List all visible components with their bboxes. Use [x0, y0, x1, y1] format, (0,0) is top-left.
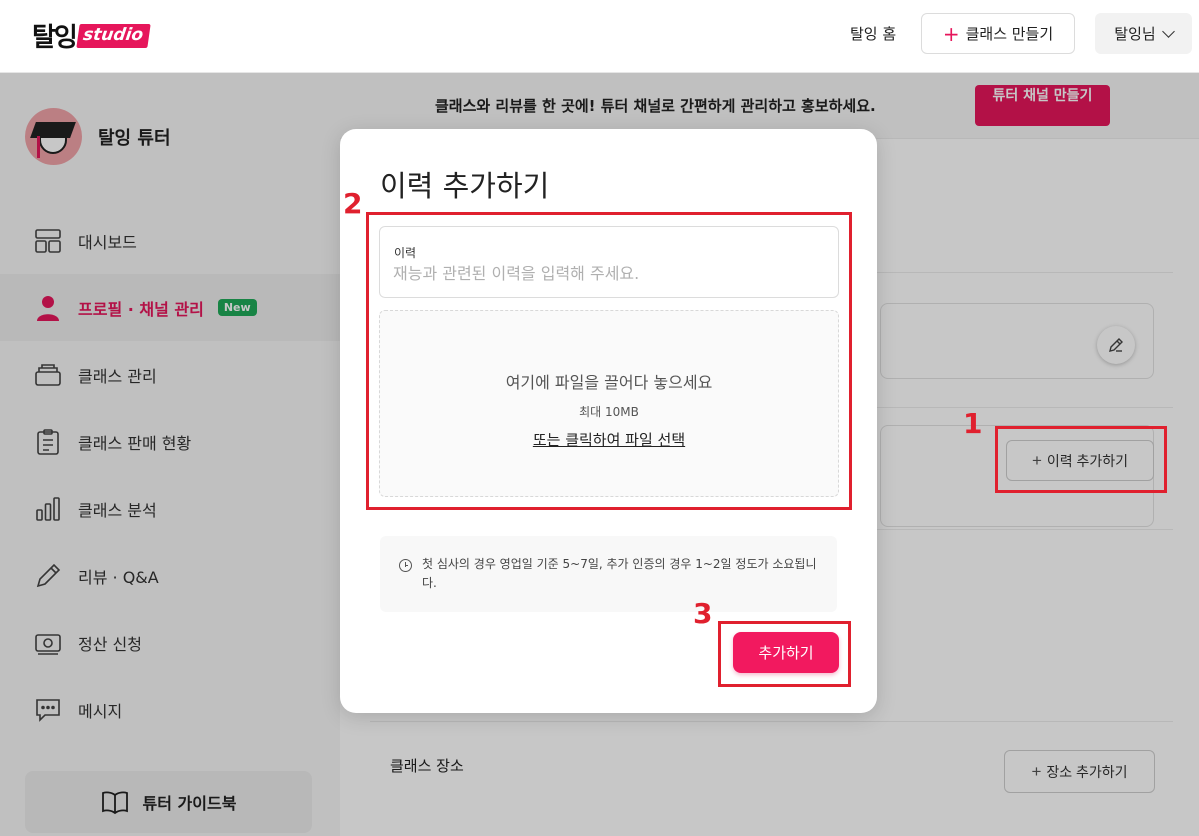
create-class-label: 클래스 만들기: [965, 25, 1054, 43]
logo-studio-badge: studio: [76, 23, 151, 48]
annotation-box-1: [995, 426, 1167, 493]
top-header: 탈잉 studio 탈잉 홈 + 클래스 만들기 탈잉님: [0, 0, 1199, 73]
plus-icon: +: [942, 21, 960, 46]
clock-icon: [399, 559, 412, 572]
taling-studio-logo[interactable]: 탈잉 studio: [32, 17, 151, 54]
create-class-button[interactable]: + 클래스 만들기: [921, 13, 1075, 54]
home-link[interactable]: 탈잉 홈: [850, 23, 896, 44]
annotation-box-3: [718, 621, 851, 687]
logo-text: 탈잉: [32, 23, 78, 53]
review-notice: 첫 심사의 경우 영업일 기준 5~7일, 추가 인증의 경우 1~2일 정도가…: [380, 536, 837, 612]
chevron-down-icon: [1161, 24, 1175, 38]
modal-title: 이력 추가하기: [380, 169, 550, 203]
user-menu-button[interactable]: 탈잉님: [1095, 13, 1192, 54]
annotation-number-3: 3: [693, 597, 713, 630]
annotation-number-2: 2: [343, 187, 363, 220]
user-name: 탈잉님: [1114, 25, 1156, 43]
annotation-number-1: 1: [963, 407, 983, 440]
annotation-box-2: [366, 212, 852, 510]
notice-text: 첫 심사의 경우 영업일 기준 5~7일, 추가 인증의 경우 1~2일 정도가…: [422, 557, 817, 590]
